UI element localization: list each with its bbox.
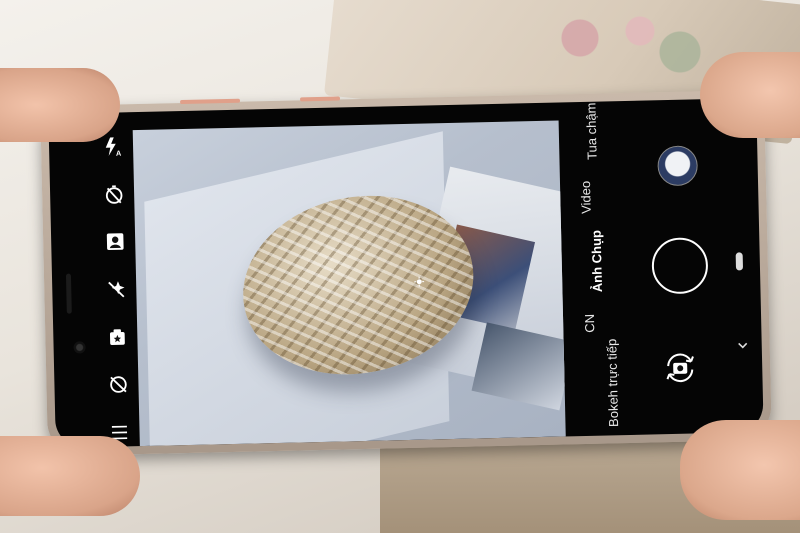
background-flowers bbox=[520, 10, 720, 80]
mode-label: Tua chậm bbox=[583, 102, 600, 161]
camera-controls bbox=[609, 116, 756, 435]
left-hand-thumb bbox=[0, 68, 120, 142]
mode-slow-motion[interactable]: Tua chậm bbox=[563, 102, 607, 160]
mode-label: Ảnh Chụp bbox=[588, 229, 606, 293]
beautify-off-icon[interactable] bbox=[104, 277, 129, 302]
mode-pro[interactable]: CN bbox=[567, 313, 611, 333]
svg-text:A: A bbox=[116, 149, 122, 158]
sticker-icon[interactable] bbox=[105, 325, 130, 350]
volume-button bbox=[180, 98, 241, 105]
mode-video[interactable]: Video bbox=[564, 181, 608, 214]
mode-live-bokeh[interactable]: Bokeh trực tiếp bbox=[568, 339, 621, 428]
camera-mode-strip: Tua chậm Video Ảnh Chụp CN Bokeh trực ti… bbox=[562, 101, 621, 436]
mode-photo[interactable]: Ảnh Chụp bbox=[566, 230, 610, 292]
mode-label: CN bbox=[581, 313, 597, 333]
zoom-toggle[interactable] bbox=[735, 252, 744, 271]
phone-screen: A Tua chậm Video Ảnh Chụp CN Bokeh trực … bbox=[48, 98, 764, 448]
shutter-button[interactable] bbox=[651, 237, 709, 295]
timer-off-icon[interactable] bbox=[102, 182, 127, 207]
lens-off-icon[interactable] bbox=[106, 373, 131, 398]
focus-point-icon bbox=[414, 274, 425, 287]
right-hand-thumb bbox=[700, 52, 800, 138]
left-hand-finger bbox=[0, 436, 140, 516]
camera-viewfinder[interactable] bbox=[132, 120, 566, 447]
camera-settings-bar: A bbox=[93, 134, 140, 445]
front-camera bbox=[73, 341, 86, 354]
portrait-icon[interactable] bbox=[103, 230, 128, 255]
flash-auto-icon[interactable]: A bbox=[101, 134, 126, 159]
last-photo-thumbnail[interactable] bbox=[657, 145, 699, 187]
right-hand-finger bbox=[680, 420, 800, 520]
chevron-down-icon[interactable] bbox=[738, 340, 748, 352]
power-button bbox=[299, 96, 341, 102]
mode-label: Video bbox=[578, 180, 595, 215]
earpiece bbox=[65, 273, 72, 314]
switch-camera-icon[interactable] bbox=[660, 347, 701, 388]
smartphone: A Tua chậm Video Ảnh Chụp CN Bokeh trực … bbox=[40, 89, 772, 457]
